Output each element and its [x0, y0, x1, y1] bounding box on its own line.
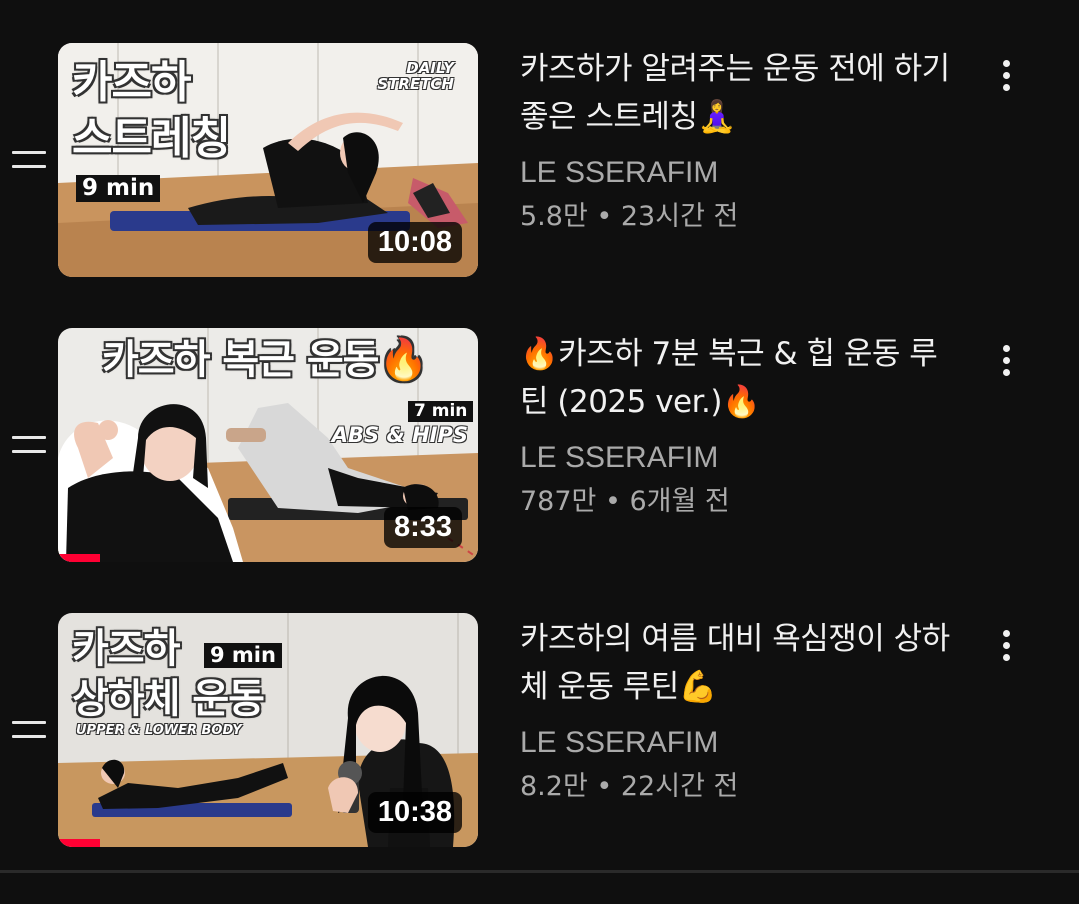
thumbnail-corner-label: UPPER & LOWER BODY	[76, 723, 242, 738]
watch-progress-bar	[58, 554, 100, 562]
thumbnail-duration-tag: 9 min	[204, 643, 282, 668]
upload-age: 22시간 전	[620, 771, 739, 802]
drag-handle-icon[interactable]	[12, 721, 46, 741]
video-metadata: 카즈하의 여름 대비 욕심쟁이 상하체 운동 루틴💪 LE SSERAFIM 8…	[520, 615, 960, 805]
video-thumbnail[interactable]: 카즈하 상하체 운동 9 min UPPER & LOWER BODY 10:3…	[58, 613, 478, 847]
video-stats: 5.8만 • 23시간 전	[520, 199, 960, 235]
drag-handle-icon[interactable]	[12, 436, 46, 456]
channel-name[interactable]: LE SSERAFIM	[520, 440, 960, 476]
thumbnail-title-line-2: 스트레칭	[72, 113, 231, 164]
drag-handle-icon[interactable]	[12, 151, 46, 171]
thumbnail-corner-label: ABS & HIPS	[331, 423, 468, 447]
upload-age: 23시간 전	[620, 201, 739, 232]
more-vertical-icon[interactable]	[990, 55, 1024, 95]
video-metadata: 카즈하가 알려주는 운동 전에 하기 좋은 스트레칭🧘‍♀️ LE SSERAF…	[520, 45, 960, 235]
upload-age: 6개월 전	[629, 486, 730, 517]
view-count: 5.8만	[520, 201, 588, 232]
thumbnail-title-line-1: 카즈하	[72, 626, 180, 672]
video-thumbnail[interactable]: 카즈하 복근 운동🔥 7 min ABS & HIPS 8:33	[58, 328, 478, 562]
video-title[interactable]: 카즈하의 여름 대비 욕심쟁이 상하체 운동 루틴💪	[520, 615, 960, 711]
video-metadata: 🔥카즈하 7분 복근 & 힙 운동 루틴 (2025 ver.)🔥 LE SSE…	[520, 330, 960, 520]
playlist-item[interactable]: 카즈하 상하체 운동 9 min UPPER & LOWER BODY 10:3…	[0, 613, 1079, 847]
video-title[interactable]: 카즈하가 알려주는 운동 전에 하기 좋은 스트레칭🧘‍♀️	[520, 45, 960, 141]
thumbnail-duration-tag: 9 min	[76, 175, 161, 202]
video-duration-badge: 10:38	[367, 792, 462, 833]
video-duration-badge: 8:33	[383, 507, 462, 548]
thumbnail-title-line-2: 상하체 운동	[72, 676, 265, 722]
thumbnail-duration-tag: 7 min	[408, 401, 474, 422]
video-stats: 787만 • 6개월 전	[520, 484, 960, 520]
channel-name[interactable]: LE SSERAFIM	[520, 725, 960, 761]
stats-separator: •	[587, 201, 621, 232]
corner-label-line-2: STRETCH	[377, 74, 454, 93]
stats-separator: •	[596, 486, 630, 517]
watch-progress-bar	[58, 839, 100, 847]
video-stats: 8.2만 • 22시간 전	[520, 769, 960, 805]
view-count: 8.2만	[520, 771, 588, 802]
playlist-item[interactable]: 카즈하 복근 운동🔥 7 min ABS & HIPS 8:33 🔥카즈하 7분…	[0, 328, 1079, 562]
playlist-item[interactable]: 카즈하 스트레칭 9 min DAILY STRETCH 10:08 카즈하가 …	[0, 43, 1079, 277]
thumbnail-title-line-1: 카즈하	[72, 57, 191, 108]
thumbnail-title: 카즈하 복근 운동🔥	[102, 337, 428, 383]
more-vertical-icon[interactable]	[990, 340, 1024, 380]
video-thumbnail[interactable]: 카즈하 스트레칭 9 min DAILY STRETCH 10:08	[58, 43, 478, 277]
playlist-video-list: 카즈하 스트레칭 9 min DAILY STRETCH 10:08 카즈하가 …	[0, 0, 1079, 870]
video-duration-badge: 10:08	[367, 222, 462, 263]
channel-name[interactable]: LE SSERAFIM	[520, 155, 960, 191]
video-title[interactable]: 🔥카즈하 7분 복근 & 힙 운동 루틴 (2025 ver.)🔥	[520, 330, 960, 426]
more-vertical-icon[interactable]	[990, 625, 1024, 665]
bottom-divider	[0, 870, 1079, 873]
stats-separator: •	[587, 771, 621, 802]
thumbnail-corner-label: DAILY STRETCH	[377, 60, 454, 93]
view-count: 787만	[520, 486, 597, 517]
